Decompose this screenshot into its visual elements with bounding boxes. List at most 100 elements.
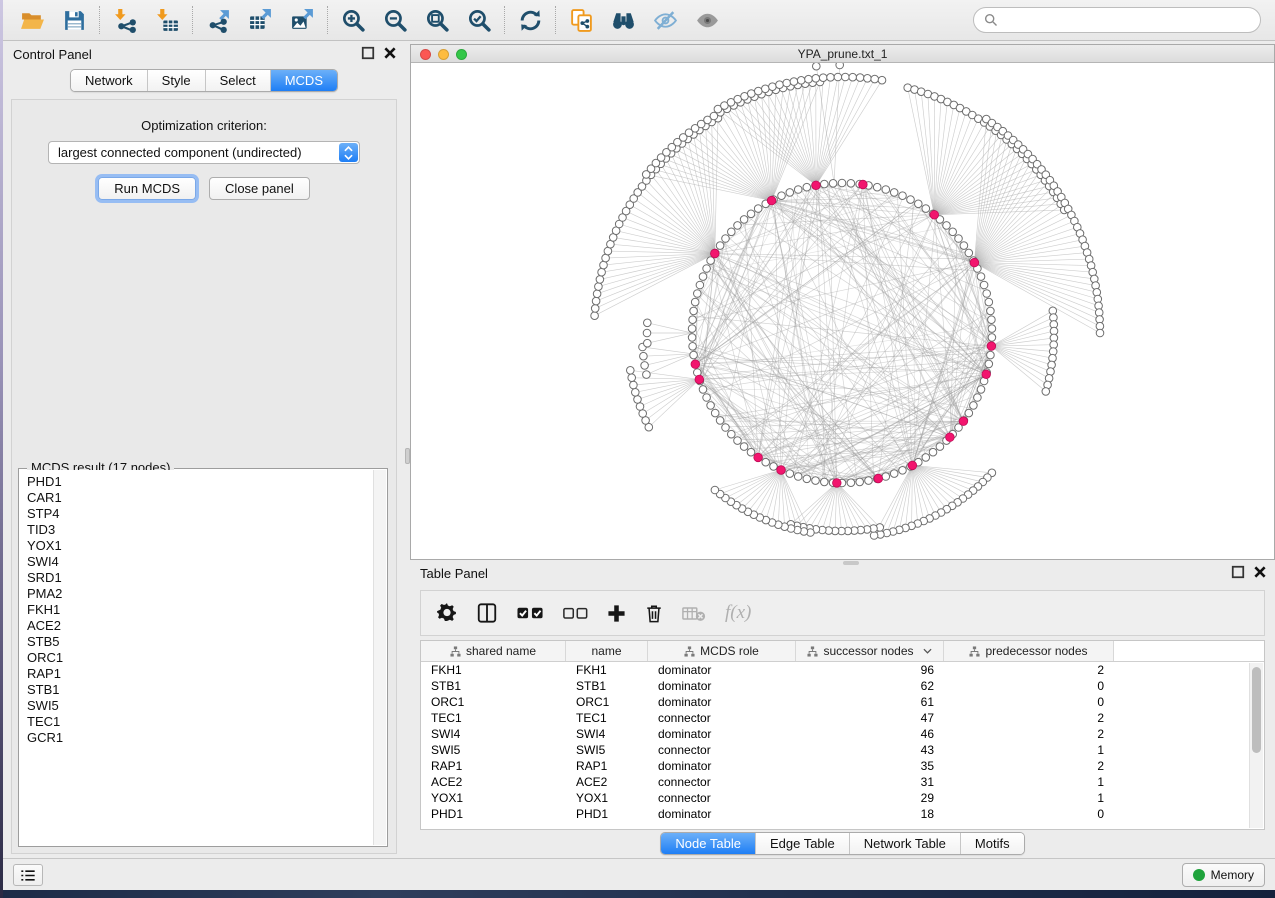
criterion-dropdown[interactable]: largest connected component (undirected) — [48, 141, 360, 164]
table-row[interactable]: TEC1TEC1connector472 — [421, 710, 1264, 726]
table-scrollbar-thumb[interactable] — [1252, 667, 1261, 753]
mcds-result-item[interactable]: ACE2 — [27, 618, 386, 634]
unselect-all-icon[interactable] — [563, 607, 588, 620]
mcds-result-item[interactable]: TEC1 — [27, 714, 386, 730]
show-all-icon[interactable] — [690, 5, 724, 35]
mcds-result-item[interactable]: SRD1 — [27, 570, 386, 586]
mcds-result-item[interactable]: PMA2 — [27, 586, 386, 602]
cell-MCDS-role[interactable]: dominator — [648, 727, 796, 741]
table-row[interactable]: FKH1FKH1dominator962 — [421, 662, 1264, 678]
run-mcds-button[interactable]: Run MCDS — [98, 177, 196, 200]
cell-MCDS-role[interactable]: dominator — [648, 695, 796, 709]
tab-style[interactable]: Style — [148, 70, 206, 91]
task-history-button[interactable] — [13, 864, 43, 886]
table-row[interactable]: YOX1YOX1connector291 — [421, 790, 1264, 806]
search-web-icon[interactable] — [606, 5, 640, 35]
cell-name[interactable]: RAP1 — [566, 759, 648, 773]
cell-successor-nodes[interactable]: 62 — [796, 679, 944, 693]
table-tab-network-table[interactable]: Network Table — [850, 833, 961, 854]
network-canvas[interactable] — [411, 63, 1274, 559]
mcds-result-item[interactable]: SWI5 — [27, 698, 386, 714]
cell-MCDS-role[interactable]: connector — [648, 791, 796, 805]
cell-shared-name[interactable]: RAP1 — [421, 759, 566, 773]
cell-name[interactable]: PHD1 — [566, 807, 648, 821]
mcds-result-item[interactable]: ORC1 — [27, 650, 386, 666]
mcds-result-item[interactable]: STB1 — [27, 682, 386, 698]
cell-shared-name[interactable]: ACE2 — [421, 775, 566, 789]
cell-predecessor-nodes[interactable]: 1 — [944, 743, 1114, 757]
cell-successor-nodes[interactable]: 96 — [796, 663, 944, 677]
import-network-icon[interactable] — [108, 5, 142, 35]
cell-shared-name[interactable]: ORC1 — [421, 695, 566, 709]
import-table-icon[interactable] — [150, 5, 184, 35]
cell-successor-nodes[interactable]: 46 — [796, 727, 944, 741]
table-tab-motifs[interactable]: Motifs — [961, 833, 1024, 854]
float-panel-icon[interactable] — [361, 46, 375, 60]
column-header-shared-name[interactable]: shared name — [421, 641, 566, 661]
mcds-result-item[interactable]: STB5 — [27, 634, 386, 650]
cell-MCDS-role[interactable]: dominator — [648, 663, 796, 677]
zoom-window-icon[interactable] — [456, 49, 467, 60]
cell-shared-name[interactable]: YOX1 — [421, 791, 566, 805]
cell-name[interactable]: YOX1 — [566, 791, 648, 805]
cell-predecessor-nodes[interactable]: 2 — [944, 711, 1114, 725]
mcds-result-item[interactable]: TID3 — [27, 522, 386, 538]
mcds-result-item[interactable]: STP4 — [27, 506, 386, 522]
table-row[interactable]: ACE2ACE2connector311 — [421, 774, 1264, 790]
table-tab-node-table[interactable]: Node Table — [661, 833, 756, 854]
add-column-icon[interactable] — [607, 604, 626, 623]
settings-gear-icon[interactable] — [437, 603, 457, 623]
table-tab-edge-table[interactable]: Edge Table — [756, 833, 850, 854]
column-header-name[interactable]: name — [566, 641, 648, 661]
table-row[interactable]: STB1STB1dominator620 — [421, 678, 1264, 694]
cell-shared-name[interactable]: SWI5 — [421, 743, 566, 757]
zoom-in-icon[interactable] — [336, 5, 370, 35]
mcds-result-item[interactable]: GCR1 — [27, 730, 386, 746]
cell-MCDS-role[interactable]: connector — [648, 743, 796, 757]
export-network-icon[interactable] — [201, 5, 235, 35]
tab-mcds[interactable]: MCDS — [271, 70, 337, 91]
column-header-MCDS-role[interactable]: MCDS role — [648, 641, 796, 661]
select-all-icon[interactable] — [517, 606, 544, 620]
cell-successor-nodes[interactable]: 61 — [796, 695, 944, 709]
close-panel-button[interactable]: Close panel — [209, 177, 310, 200]
close-table-panel-icon[interactable] — [1253, 565, 1267, 579]
column-header-successor-nodes[interactable]: successor nodes — [796, 641, 944, 661]
cell-name[interactable]: ACE2 — [566, 775, 648, 789]
export-table-icon[interactable] — [243, 5, 277, 35]
cell-MCDS-role[interactable]: dominator — [648, 807, 796, 821]
close-window-icon[interactable] — [420, 49, 431, 60]
mcds-result-item[interactable]: FKH1 — [27, 602, 386, 618]
cell-predecessor-nodes[interactable]: 2 — [944, 727, 1114, 741]
table-row[interactable]: SWI5SWI5connector431 — [421, 742, 1264, 758]
zoom-selected-icon[interactable] — [462, 5, 496, 35]
export-image-icon[interactable] — [285, 5, 319, 35]
cell-successor-nodes[interactable]: 35 — [796, 759, 944, 773]
refresh-icon[interactable] — [513, 5, 547, 35]
tab-network[interactable]: Network — [71, 70, 148, 91]
table-scrollbar[interactable] — [1249, 663, 1263, 828]
tab-select[interactable]: Select — [206, 70, 271, 91]
cell-shared-name[interactable]: TEC1 — [421, 711, 566, 725]
cell-predecessor-nodes[interactable]: 0 — [944, 679, 1114, 693]
cell-predecessor-nodes[interactable]: 2 — [944, 759, 1114, 773]
cell-name[interactable]: SWI5 — [566, 743, 648, 757]
cell-predecessor-nodes[interactable]: 0 — [944, 695, 1114, 709]
zoom-fit-icon[interactable] — [420, 5, 454, 35]
cell-predecessor-nodes[interactable]: 1 — [944, 775, 1114, 789]
table-row[interactable]: RAP1RAP1dominator352 — [421, 758, 1264, 774]
cell-name[interactable]: ORC1 — [566, 695, 648, 709]
table-row[interactable]: SWI4SWI4dominator462 — [421, 726, 1264, 742]
float-table-panel-icon[interactable] — [1231, 565, 1245, 579]
search-input[interactable] — [1004, 13, 1250, 28]
cell-name[interactable]: FKH1 — [566, 663, 648, 677]
cell-MCDS-role[interactable]: connector — [648, 711, 796, 725]
cell-MCDS-role[interactable]: dominator — [648, 759, 796, 773]
cell-name[interactable]: TEC1 — [566, 711, 648, 725]
mcds-list-scrollbar[interactable] — [373, 470, 386, 845]
mcds-result-item[interactable]: CAR1 — [27, 490, 386, 506]
cell-MCDS-role[interactable]: connector — [648, 775, 796, 789]
open-file-icon[interactable] — [15, 5, 49, 35]
cell-predecessor-nodes[interactable]: 2 — [944, 663, 1114, 677]
cell-shared-name[interactable]: STB1 — [421, 679, 566, 693]
